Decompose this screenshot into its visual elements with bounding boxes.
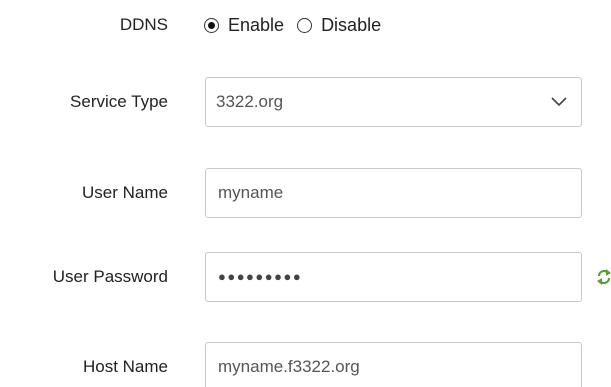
refresh-icon[interactable]: [596, 268, 611, 286]
ddns-disable-label[interactable]: Disable: [321, 15, 381, 36]
service-type-row: Service Type 3322.org: [0, 77, 611, 127]
user-name-row: User Name: [0, 168, 611, 218]
chevron-down-icon: [551, 97, 567, 107]
ddns-disable-radio[interactable]: [297, 17, 313, 33]
user-name-label: User Name: [82, 183, 168, 202]
radio-selected-dot: [208, 21, 215, 29]
ddns-settings-form: DDNS Enable Disable Service Type 3322.or…: [0, 0, 611, 387]
service-type-value: 3322.org: [216, 92, 284, 111]
user-name-input[interactable]: [205, 168, 582, 218]
host-name-label: Host Name: [82, 357, 168, 376]
user-password-input[interactable]: [205, 252, 582, 302]
ddns-label: DDNS: [119, 15, 168, 34]
ddns-enable-label[interactable]: Enable: [228, 15, 284, 36]
service-type-select[interactable]: 3322.org: [205, 77, 582, 127]
service-type-label: Service Type: [70, 92, 168, 111]
ddns-radio-group: Enable Disable: [204, 7, 394, 43]
host-name-row: Host Name: [0, 342, 611, 387]
user-password-row: User Password ●●●●●●●●●: [0, 252, 611, 302]
user-password-label: User Password: [52, 267, 168, 286]
ddns-row: DDNS Enable Disable: [0, 7, 611, 43]
ddns-enable-radio[interactable]: [204, 17, 219, 33]
host-name-input[interactable]: [205, 342, 582, 387]
